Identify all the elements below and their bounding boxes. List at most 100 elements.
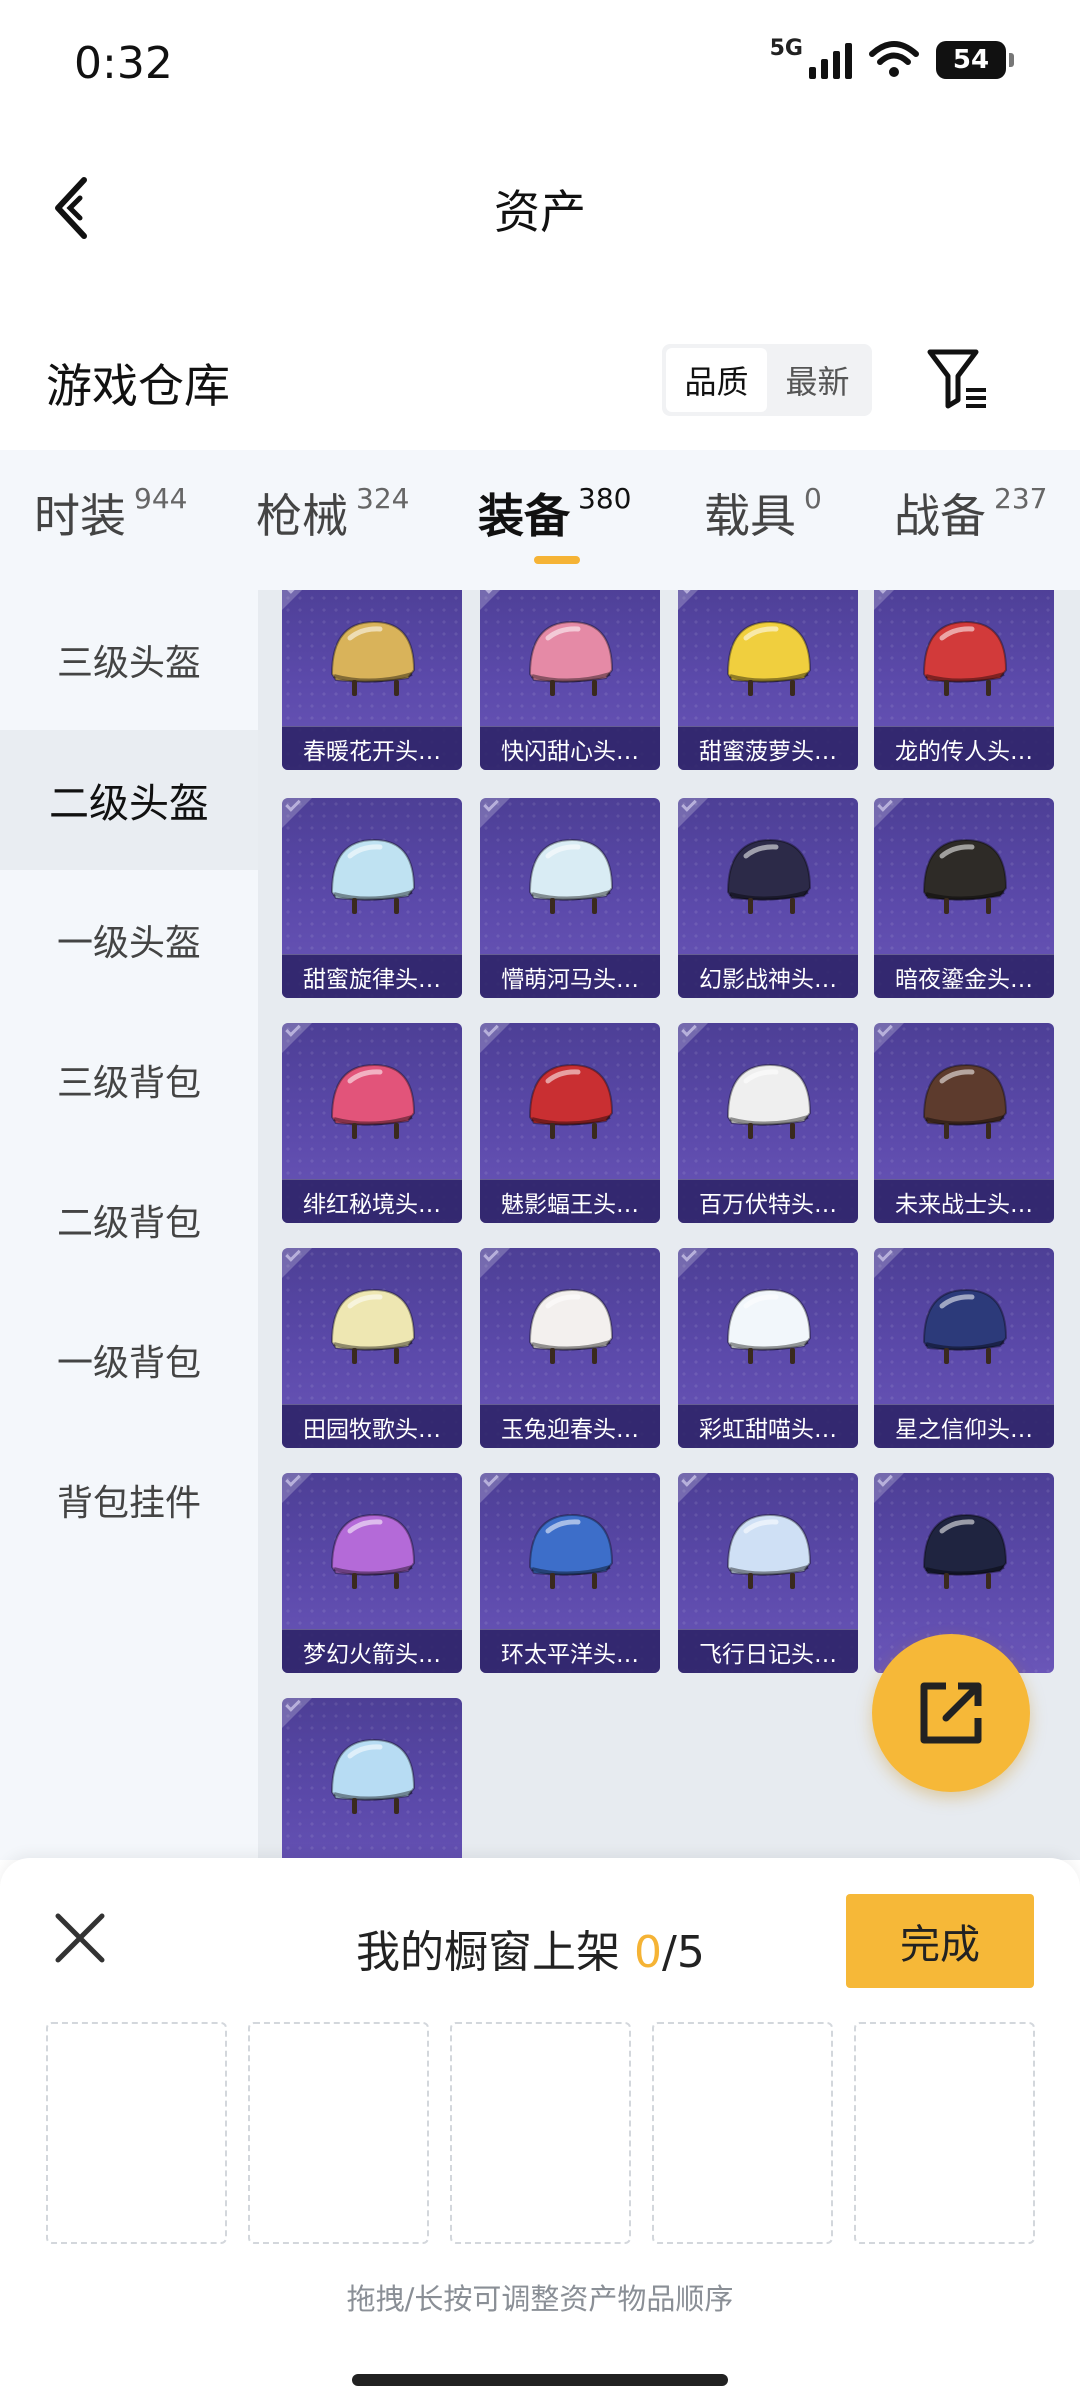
helmet-icon	[726, 1513, 812, 1589]
selection-corner	[480, 590, 510, 610]
warehouse-header: 游戏仓库 品质 最新	[0, 320, 1080, 440]
item-card[interactable]	[282, 1698, 462, 1860]
tab-label: 战备	[894, 489, 986, 543]
selection-corner	[678, 590, 708, 610]
share-external-icon	[920, 1682, 982, 1744]
signal-icon	[809, 41, 852, 79]
close-icon	[55, 1913, 105, 1963]
asset-page: 0:32 5G 54 资产 游戏仓库 品质 最新 时装 944 枪械 324 装…	[0, 0, 1080, 2403]
item-name: 暗夜鎏金头…	[874, 954, 1054, 998]
side-item-level2-helmet[interactable]: 二级头盔	[0, 730, 258, 870]
tab-label: 枪械	[256, 489, 348, 543]
warehouse-title: 游戏仓库	[46, 359, 230, 413]
item-card[interactable]: 龙的传人头…	[874, 590, 1054, 770]
battery-icon: 54	[936, 41, 1014, 79]
item-name: 快闪甜心头…	[480, 726, 660, 770]
helmet-icon	[922, 1288, 1008, 1364]
tab-vehicles[interactable]: 载具 0	[704, 480, 822, 546]
item-name: 梦幻火箭头…	[282, 1629, 462, 1673]
tab-equipment[interactable]: 装备 380	[478, 480, 631, 546]
tab-gear[interactable]: 战备 237	[894, 480, 1047, 546]
item-card[interactable]: 暗夜鎏金头…	[874, 798, 1054, 998]
item-name: 甜蜜菠萝头…	[678, 726, 858, 770]
showcase-slot[interactable]	[854, 2022, 1035, 2244]
item-card[interactable]: 春暖花开头…	[282, 590, 462, 770]
item-name: 甜蜜旋律头…	[282, 954, 462, 998]
showcase-slot[interactable]	[652, 2022, 833, 2244]
helmet-icon	[726, 620, 812, 696]
helmet-icon	[330, 620, 416, 696]
wifi-icon	[869, 41, 919, 77]
helmet-icon	[922, 1513, 1008, 1589]
side-item-level1-helmet[interactable]: 一级头盔	[0, 870, 258, 1010]
item-card[interactable]: 未来战士头…	[874, 1023, 1054, 1223]
helmet-icon	[922, 838, 1008, 914]
item-card[interactable]: 绯红秘境头…	[282, 1023, 462, 1223]
item-card[interactable]: 飞行日记头…	[678, 1473, 858, 1673]
helmet-icon	[922, 1063, 1008, 1139]
status-bar: 0:32 5G 54	[0, 0, 1080, 130]
side-item-level3-backpack[interactable]: 三级背包	[0, 1010, 258, 1150]
sort-by-quality[interactable]: 品质	[666, 348, 767, 412]
item-name: 飞行日记头…	[678, 1629, 858, 1673]
funnel-icon	[927, 349, 986, 409]
helmet-icon	[528, 620, 614, 696]
item-card[interactable]: 环太平洋头…	[480, 1473, 660, 1673]
category-tabs: 时装 944 枪械 324 装备 380 载具 0 战备 237	[0, 450, 1080, 590]
item-card[interactable]: 玉兔迎春头…	[480, 1248, 660, 1448]
item-name: 绯红秘境头…	[282, 1179, 462, 1223]
item-card[interactable]: 魅影蝠王头…	[480, 1023, 660, 1223]
done-button[interactable]: 完成	[846, 1894, 1034, 1988]
item-card[interactable]: 彩虹甜喵头…	[678, 1248, 858, 1448]
tab-count: 324	[356, 482, 410, 515]
helmet-icon	[528, 1513, 614, 1589]
showcase-total-count: /5	[662, 1927, 705, 1978]
helmet-icon	[726, 1288, 812, 1364]
item-card[interactable]: 百万伏特头…	[678, 1023, 858, 1223]
side-item-level2-backpack[interactable]: 二级背包	[0, 1150, 258, 1290]
side-item-level1-backpack[interactable]: 一级背包	[0, 1290, 258, 1430]
showcase-slot[interactable]	[248, 2022, 429, 2244]
showcase-slot[interactable]	[46, 2022, 227, 2244]
item-name: 彩虹甜喵头…	[678, 1404, 858, 1448]
tab-count: 944	[134, 482, 188, 515]
tab-fashion[interactable]: 时装 944	[34, 480, 187, 546]
side-item-backpack-charm[interactable]: 背包挂件	[0, 1430, 258, 1570]
showcase-slots	[46, 2022, 1035, 2244]
home-indicator[interactable]	[352, 2374, 728, 2386]
item-card[interactable]: 田园牧歌头…	[282, 1248, 462, 1448]
item-card[interactable]: 幻影战神头…	[678, 798, 858, 998]
item-name: 龙的传人头…	[874, 726, 1054, 770]
helmet-icon	[330, 1513, 416, 1589]
tab-label: 装备	[478, 489, 570, 543]
item-card[interactable]: 快闪甜心头…	[480, 590, 660, 770]
item-card[interactable]: 甜蜜旋律头…	[282, 798, 462, 998]
side-item-level3-helmet[interactable]: 三级头盔	[0, 590, 258, 730]
sort-by-newest[interactable]: 最新	[767, 348, 868, 412]
item-card[interactable]: 星之信仰头…	[874, 1248, 1054, 1448]
item-card[interactable]: 懵萌河马头…	[480, 798, 660, 998]
helmet-icon	[330, 838, 416, 914]
nav-bar: 资产	[0, 150, 1080, 260]
tab-count: 0	[804, 482, 822, 515]
selection-corner	[874, 590, 904, 610]
item-name: 幻影战神头…	[678, 954, 858, 998]
selection-corner	[282, 590, 312, 610]
helmet-icon	[330, 1738, 416, 1814]
item-card[interactable]: 甜蜜菠萝头…	[678, 590, 858, 770]
item-name: 玉兔迎春头…	[480, 1404, 660, 1448]
item-card[interactable]: 梦幻火箭头…	[282, 1473, 462, 1673]
item-name: 春暖花开头…	[282, 726, 462, 770]
tab-firearms[interactable]: 枪械 324	[256, 480, 409, 546]
status-time: 0:32	[74, 38, 173, 89]
item-name: 百万伏特头…	[678, 1179, 858, 1223]
filter-button[interactable]	[926, 346, 990, 414]
tab-count: 380	[578, 482, 632, 515]
item-name: 懵萌河马头…	[480, 954, 660, 998]
share-fab-button[interactable]	[872, 1634, 1030, 1792]
showcase-slot[interactable]	[450, 2022, 631, 2244]
close-button[interactable]	[52, 1910, 108, 1966]
reorder-hint: 拖拽/长按可调整资产物品顺序	[346, 2282, 734, 2316]
item-name: 环太平洋头…	[480, 1629, 660, 1673]
item-name: 魅影蝠王头…	[480, 1179, 660, 1223]
